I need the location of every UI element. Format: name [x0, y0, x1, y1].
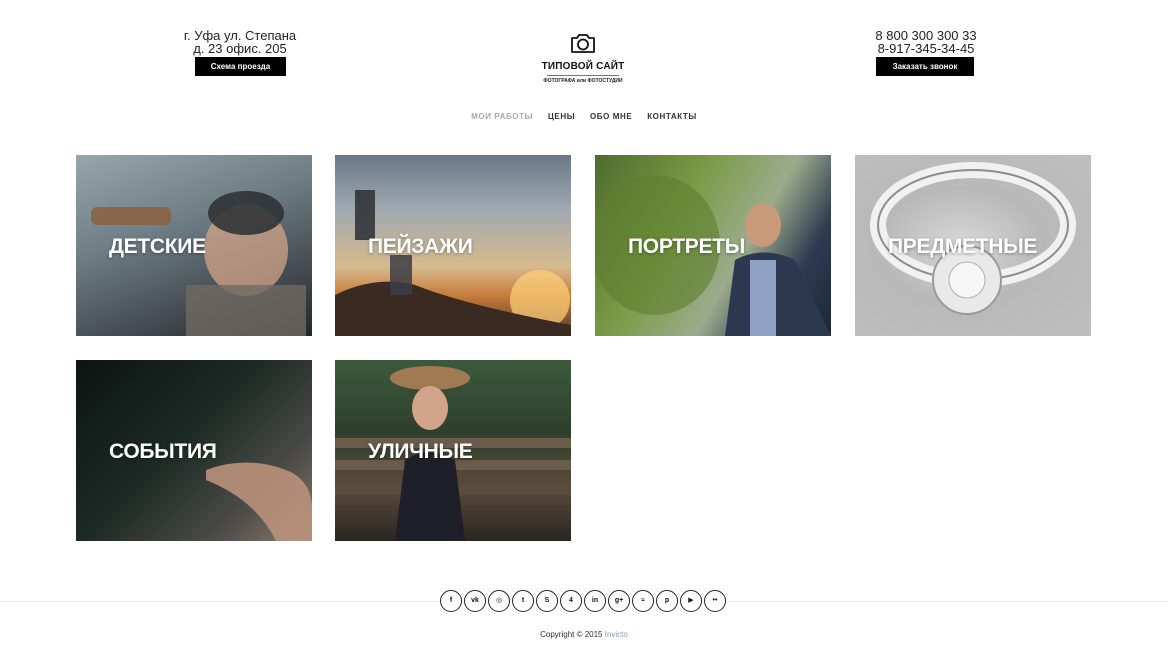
nav-item-my-works[interactable]: МОИ РАБОТЫ — [471, 112, 533, 121]
flickr-icon[interactable]: •• — [704, 590, 726, 612]
gallery-tile-objects[interactable]: ПРЕДМЕТНЫЕ — [855, 155, 1091, 336]
gallery-tile-street[interactable]: УЛИЧНЫЕ — [335, 360, 571, 541]
nav-item-about[interactable]: ОБО МНЕ — [590, 112, 632, 121]
google-plus-icon[interactable]: g+ — [608, 590, 630, 612]
gallery-tile-events[interactable]: СОБЫТИЯ — [76, 360, 312, 541]
address-block: г. Уфа ул. Степана д. 23 офис. 205 Схема… — [170, 29, 310, 76]
tile-label: ПОРТРЕТЫ — [628, 235, 745, 258]
social-links: f vk ◎ t S 4 in g+ ≈ p ▶ •• — [440, 590, 726, 612]
foursquare-icon[interactable]: 4 — [560, 590, 582, 612]
tile-label: СОБЫТИЯ — [109, 440, 217, 463]
nav-item-contacts[interactable]: КОНТАКТЫ — [647, 112, 697, 121]
pinterest-icon[interactable]: p — [656, 590, 678, 612]
phone-2[interactable]: 8-917-345-34-45 — [856, 42, 996, 55]
linkedin-icon[interactable]: in — [584, 590, 606, 612]
site-logo[interactable]: ТИПОВОЙ САЙТ ФОТОГРАФА или ФОТОСТУДИИ — [536, 31, 630, 84]
copyright-brand-link[interactable]: Invicto — [605, 630, 628, 639]
facebook-icon[interactable]: f — [440, 590, 462, 612]
nav-item-prices[interactable]: ЦЕНЫ — [548, 112, 575, 121]
main-nav: МОИ РАБОТЫ ЦЕНЫ ОБО МНЕ КОНТАКТЫ — [0, 112, 1168, 121]
directions-button[interactable]: Схема проезда — [195, 57, 286, 76]
address-line-2: д. 23 офис. 205 — [193, 41, 287, 56]
phones-block: 8 800 300 300 33 8-917-345-34-45 Заказат… — [856, 29, 996, 76]
gallery-tile-landscapes[interactable]: ПЕЙЗАЖИ — [335, 155, 571, 336]
gallery-tile-portraits[interactable]: ПОРТРЕТЫ — [595, 155, 831, 336]
instagram-icon[interactable]: ◎ — [488, 590, 510, 612]
tile-label: ПРЕДМЕТНЫЕ — [888, 235, 1038, 258]
copyright: Copyright © 2015 Invicto — [0, 630, 1168, 639]
logo-divider — [547, 75, 619, 76]
skype-icon[interactable]: S — [536, 590, 558, 612]
twitter-icon[interactable]: t — [512, 590, 534, 612]
copyright-text: Copyright © 2015 — [540, 630, 603, 639]
logo-subtitle: ФОТОГРАФА или ФОТОСТУДИИ — [543, 78, 623, 84]
camera-icon — [571, 34, 595, 53]
rss-icon[interactable]: ≈ — [632, 590, 654, 612]
vk-icon[interactable]: vk — [464, 590, 486, 612]
request-call-button[interactable]: Заказать звонок — [876, 57, 974, 76]
youtube-icon[interactable]: ▶ — [680, 590, 702, 612]
tile-label: УЛИЧНЫЕ — [368, 440, 473, 463]
tile-label: ДЕТСКИЕ — [109, 235, 206, 258]
tile-label: ПЕЙЗАЖИ — [368, 235, 473, 258]
gallery-tile-kids[interactable]: ДЕТСКИЕ — [76, 155, 312, 336]
logo-title: ТИПОВОЙ САЙТ — [541, 61, 625, 72]
